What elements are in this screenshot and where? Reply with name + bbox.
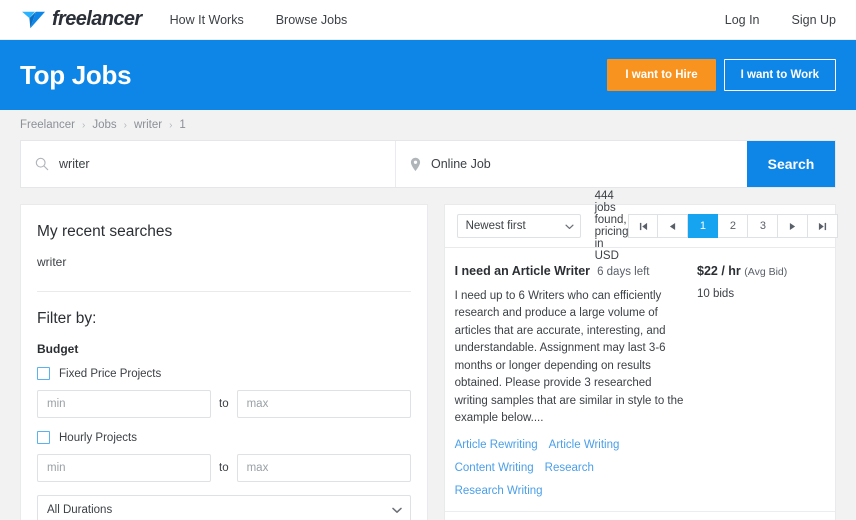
page-title: Top Jobs — [20, 60, 131, 91]
breadcrumb-item-page: 1 — [179, 119, 185, 131]
breadcrumb-item-writer[interactable]: writer — [134, 119, 162, 131]
freelancer-logo[interactable]: freelancer — [20, 8, 142, 31]
page-banner: Top Jobs I want to Hire I want to Work — [0, 40, 856, 110]
recent-searches-heading: My recent searches — [37, 223, 411, 241]
job-tag[interactable]: Article Writing — [549, 439, 620, 451]
results-panel: Newest first 444 jobs found, pricing in … — [444, 204, 836, 520]
i-want-to-hire-button[interactable]: I want to Hire — [607, 59, 715, 91]
fixed-price-checkbox[interactable] — [37, 367, 50, 380]
range-to-label: to — [219, 462, 229, 474]
job-tag[interactable]: Article Rewriting — [455, 439, 538, 451]
logo-wordmark: freelancer — [52, 8, 142, 31]
job-title-row: I need an Article Writer 6 days left — [455, 264, 687, 278]
job-time-left: 6 days left — [597, 266, 649, 278]
duration-select-wrapper: All Durations — [37, 495, 411, 520]
pagination-page-1[interactable]: 1 — [688, 214, 718, 238]
job-tag[interactable]: Content Writing — [455, 462, 534, 474]
hourly-projects-checkbox[interactable] — [37, 431, 50, 444]
hourly-projects-label: Hourly Projects — [59, 432, 137, 444]
search-bar: Search — [20, 140, 836, 188]
pagination-page-3[interactable]: 3 — [748, 214, 778, 238]
budget-group-label: Budget — [37, 342, 411, 356]
nav-link-browse-jobs[interactable]: Browse Jobs — [276, 13, 348, 27]
job-title-link[interactable]: I need an Article Writer — [455, 264, 590, 278]
job-listing-item[interactable]: Need Simple Copy For Website (2 pages) -… — [445, 511, 835, 520]
job-listing-item[interactable]: I need an Article Writer 6 days left I n… — [445, 248, 835, 511]
job-tag[interactable]: Research Writing — [455, 485, 543, 497]
duration-select[interactable]: All Durations — [37, 495, 411, 520]
range-to-label: to — [219, 398, 229, 410]
fixed-price-min-input[interactable] — [37, 390, 211, 418]
job-main: I need an Article Writer 6 days left I n… — [455, 264, 687, 497]
account-nav-links: Log In Sign Up — [725, 13, 836, 27]
main-nav-links: How It Works Browse Jobs — [170, 13, 348, 27]
top-navigation-bar: freelancer How It Works Browse Jobs Log … — [0, 0, 856, 40]
search-button[interactable]: Search — [747, 141, 835, 187]
breadcrumb-separator: › — [82, 120, 85, 131]
search-input[interactable] — [59, 157, 381, 171]
breadcrumb-item-freelancer[interactable]: Freelancer — [20, 119, 75, 131]
map-pin-icon — [410, 157, 421, 172]
pagination-first-page[interactable] — [628, 214, 658, 238]
fixed-price-checkbox-row[interactable]: Fixed Price Projects — [37, 367, 411, 380]
location-input[interactable] — [431, 157, 733, 171]
pagination-last-page[interactable] — [808, 214, 838, 238]
sort-select-wrapper: Newest first — [457, 214, 581, 238]
results-toolbar: Newest first 444 jobs found, pricing in … — [444, 204, 836, 248]
pagination-page-2[interactable]: 2 — [718, 214, 748, 238]
fixed-price-max-input[interactable] — [237, 390, 411, 418]
job-price-unit: (Avg Bid) — [744, 266, 787, 278]
hourly-projects-checkbox-row[interactable]: Hourly Projects — [37, 431, 411, 444]
breadcrumb-separator: › — [124, 120, 127, 131]
filters-sidebar: My recent searches writer Filter by: Bud… — [20, 204, 428, 520]
results-count-text: 444 jobs found, pricing in USD — [595, 190, 629, 262]
job-description: I need up to 6 Writers who can efficient… — [455, 288, 687, 428]
i-want-to-work-button[interactable]: I want to Work — [724, 59, 836, 91]
search-query-field[interactable] — [21, 141, 396, 187]
hourly-max-input[interactable] — [237, 454, 411, 482]
signup-link[interactable]: Sign Up — [792, 13, 836, 27]
recent-search-item[interactable]: writer — [37, 255, 411, 269]
fixed-price-label: Fixed Price Projects — [59, 368, 161, 380]
pagination-next-page[interactable] — [778, 214, 808, 238]
sort-select[interactable]: Newest first — [457, 214, 581, 238]
breadcrumb-separator: › — [169, 120, 172, 131]
pagination: 1 2 3 — [628, 214, 838, 238]
job-tag[interactable]: Research — [545, 462, 594, 474]
fixed-price-range-row: to — [37, 390, 411, 418]
job-bid-count: 10 bids — [697, 288, 819, 300]
job-bid-summary: $22 / hr (Avg Bid) 10 bids — [687, 264, 819, 497]
sidebar-divider — [37, 291, 411, 292]
page-content: My recent searches writer Filter by: Bud… — [0, 188, 856, 520]
hourly-min-input[interactable] — [37, 454, 211, 482]
pagination-prev-page[interactable] — [658, 214, 688, 238]
search-icon — [35, 157, 49, 171]
job-price: $22 / hr (Avg Bid) — [697, 264, 819, 278]
freelancer-bird-icon — [20, 9, 48, 31]
breadcrumb: Freelancer › Jobs › writer › 1 — [0, 110, 856, 140]
search-location-field[interactable] — [396, 141, 747, 187]
job-list: I need an Article Writer 6 days left I n… — [444, 248, 836, 520]
nav-link-how-it-works[interactable]: How It Works — [170, 13, 244, 27]
breadcrumb-item-jobs[interactable]: Jobs — [92, 119, 116, 131]
login-link[interactable]: Log In — [725, 13, 760, 27]
banner-actions: I want to Hire I want to Work — [607, 59, 836, 91]
filter-by-heading: Filter by: — [37, 310, 411, 328]
job-tags: Article Rewriting Article Writing Conten… — [455, 439, 687, 497]
hourly-range-row: to — [37, 454, 411, 482]
job-price-value: $22 / hr — [697, 264, 741, 278]
